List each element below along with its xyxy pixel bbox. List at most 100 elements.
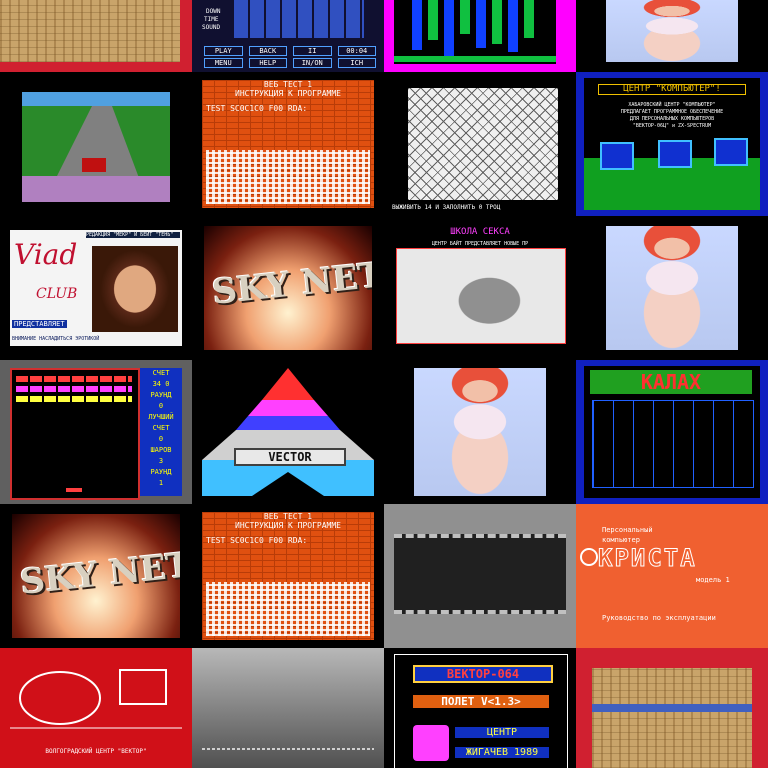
test-text-block-2	[206, 582, 370, 636]
viad-header: РЕДАКЦИЯ "МЕКР" И БЕЙТ "ТЕНЬ"	[86, 232, 180, 238]
tile-breakout: СЧЕТ 34 0 РАУНД 0 ЛУЧШИЙ СЧЕТ 0 ШАРОВ 3 …	[0, 360, 192, 504]
tile-bar-game	[384, 0, 576, 72]
skynet-screen-2: SKY NET	[12, 514, 180, 638]
bar-game-screen	[394, 0, 556, 64]
vector064-game: ПОЛЕТ V<1.3>	[413, 695, 549, 708]
viad-footer: ВНИМАНИЕ НАСЛАДИТЬСЯ ЭРОТИКОЙ	[12, 336, 100, 342]
centr-line-2: ПРЕДЛАГАЕТ ПРОГРАММНОЕ ОБЕСПЕЧЕНИЕ	[620, 109, 724, 115]
vector-pyramid-graphic	[202, 368, 374, 496]
test-line-1: TEST SC0C1C0 F00 RDA:	[206, 104, 308, 113]
tile-keypad-menu: DOWN TIME SOUND PLAY BACK II 00:04 MENU …	[192, 0, 384, 72]
stat-round-2: 1	[158, 479, 164, 487]
kalah-screen: КАЛАХ	[584, 366, 760, 498]
tile-viad-club: Viad CLUB РЕДАКЦИЯ "МЕКР" И БЕЙТ "ТЕНЬ" …	[0, 216, 192, 360]
key-ich: ICH	[337, 58, 376, 68]
stat-round-label-2: РАУНД	[150, 468, 172, 476]
tile-test-instructions-2: ВЕБ ТЕСТ 1 ИНСТРУКЦИЯ К ПРОГРАММЕ TEST S…	[192, 504, 384, 648]
grey-screen-line	[202, 748, 374, 750]
skynet-screen-1: SKY NET	[204, 226, 372, 350]
test-screen-2: ВЕБ ТЕСТ 1 ИНСТРУКЦИЯ К ПРОГРАММЕ TEST S…	[202, 512, 374, 640]
tile-kristall-manual: Персональный компьютер КРИСТА модель 1 Р…	[576, 504, 768, 648]
menu-keys: PLAY BACK II 00:04 MENU HELP IN/ON ICH	[204, 46, 376, 68]
computer-2	[658, 140, 692, 168]
viad-screen: Viad CLUB РЕДАКЦИЯ "МЕКР" И БЕЙТ "ТЕНЬ" …	[10, 230, 182, 346]
tile-pcb-board-bottom	[576, 648, 768, 768]
anime-girl-image-2	[606, 226, 738, 350]
dashboard	[22, 176, 170, 202]
viad-present: ПРЕДСТАВЛЯЕТ	[12, 320, 67, 328]
viad-logo: Viad	[14, 238, 78, 271]
vector-label: VECTOR	[234, 448, 346, 466]
stat-score: 34 0	[152, 380, 170, 388]
vector064-city: ЖИГАЧЕВ 1989	[455, 747, 549, 758]
stat-best-label: ЛУЧШИЙ	[148, 413, 174, 421]
centr-line-4: "ВЕКТОР-06Ц" и ZX-SPECTRUM	[632, 123, 712, 129]
stat-round-label: РАУНД	[150, 391, 172, 399]
paddle	[66, 488, 82, 492]
centr-vector-footer: ВОЛГОГРАДСКИЙ ЦЕНТР "ВЕКТОР"	[45, 748, 147, 755]
kristall-small-1: Персональный	[602, 526, 653, 534]
stat-score-label: СЧЕТ	[152, 369, 170, 377]
vector064-title: ВЕКТОР-064	[413, 665, 553, 683]
tile-skynet-1: SKY NET	[192, 216, 384, 360]
bricks-row-3	[16, 396, 132, 402]
test-text-block-1	[206, 150, 370, 204]
tile-pcb-board-top	[0, 0, 192, 72]
pcb-board	[0, 0, 180, 62]
tile-shkola-seksa: ШКОЛА СЕКСА ЦЕНТР БАЙТ ПРЕДСТАВЛЯЕТ НОВЫ…	[384, 216, 576, 360]
tile-grey-screen	[192, 648, 384, 768]
woman-portrait	[92, 246, 178, 332]
computer-1	[600, 142, 634, 170]
kalah-title: КАЛАХ	[590, 370, 752, 394]
side-label-sound: SOUND	[202, 24, 221, 31]
breakout-stats: СЧЕТ 34 0 РАУНД 0 ЛУЧШИЙ СЧЕТ 0 ШАРОВ 3 …	[140, 368, 182, 496]
side-label-time: TIME	[204, 16, 219, 23]
tile-centr-vector: ВОЛГОГРАДСКИЙ ЦЕНТР "ВЕКТОР"	[0, 648, 192, 768]
test-subtitle-2: ИНСТРУКЦИЯ К ПРОГРАММЕ	[235, 521, 341, 530]
tile-maze-game: ВЫЖИВИТЬ 14 И ЗАПОЛНИТЬ 0 ТРОЦ	[384, 72, 576, 216]
vector064-frame: ВЕКТОР-064 ПОЛЕТ V<1.3> ЦЕНТР ЖИГАЧЕВ 19…	[394, 654, 568, 768]
tile-skynet-2: SKY NET	[0, 504, 192, 648]
kristall-small-2: компьютер	[602, 536, 640, 544]
road-graphic	[52, 106, 142, 186]
skynet-logo-2: SKY NET	[18, 545, 180, 603]
key-inon: IN/ON	[293, 58, 332, 68]
bricks-row-2	[16, 386, 132, 392]
tile-racing-game	[0, 72, 192, 216]
pcb-board-2	[592, 668, 752, 768]
stat-balls-label: ШАРОВ	[150, 446, 172, 454]
test-title-1: ВЕБ ТЕСТ 1	[263, 80, 313, 89]
tile-vector-pyramid: VECTOR	[192, 360, 384, 504]
side-label-down: DOWN	[206, 8, 221, 15]
kristall-logo: КРИСТА	[598, 544, 697, 573]
pcb-connector	[592, 704, 752, 712]
vector064-emblem-icon	[413, 725, 449, 761]
keypad-grid	[234, 0, 364, 38]
image-grid: DOWN TIME SOUND PLAY BACK II 00:04 MENU …	[0, 0, 768, 768]
tile-test-instructions-1: ВЕБ ТЕСТ 1 ИНСТРУКЦИЯ К ПРОГРАММЕ TEST S…	[192, 72, 384, 216]
stat-balls: 3	[158, 457, 164, 465]
test-subtitle-1: ИНСТРУКЦИЯ К ПРОГРАММЕ	[235, 89, 341, 98]
chip-body	[394, 534, 566, 614]
skynet-logo-1: SKY NET	[210, 255, 372, 313]
tile-chip-photo	[384, 504, 576, 648]
centr-line-1: ХАБАРОВСКИЙ ЦЕНТР "КОМПЬЮТЕР"	[628, 102, 716, 108]
kalah-board	[592, 400, 754, 488]
test-title-2: ВЕБ ТЕСТ 1	[263, 512, 313, 521]
test-line-2: TEST SC0C1C0 F00 RDA:	[206, 536, 308, 545]
key-pause: II	[293, 46, 332, 56]
vector064-company: ЦЕНТР	[455, 727, 549, 738]
bars-graphic	[394, 0, 556, 62]
kristall-model: модель 1	[696, 576, 730, 584]
tile-anime-girl-top	[576, 0, 768, 72]
test-screen-1: ВЕБ ТЕСТ 1 ИНСТРУКЦИЯ К ПРОГРАММЕ TEST S…	[202, 80, 374, 208]
tile-anime-girl-3	[384, 360, 576, 504]
sky	[22, 92, 170, 106]
anime-girl-image	[606, 0, 738, 62]
viad-club: CLUB	[36, 286, 78, 302]
centr-line-3: ДЛЯ ПЕРСОНАЛЬНЫХ КОМПЬЮТЕРОВ	[629, 116, 715, 122]
tile-centr-komputer: ЦЕНТР "КОМПЬЮТЕР"! ХАБАРОВСКИЙ ЦЕНТР "КО…	[576, 72, 768, 216]
key-back: BACK	[248, 46, 287, 56]
bricks-row-1	[16, 376, 132, 382]
centr-title: ЦЕНТР "КОМПЬЮТЕР"!	[598, 84, 746, 95]
